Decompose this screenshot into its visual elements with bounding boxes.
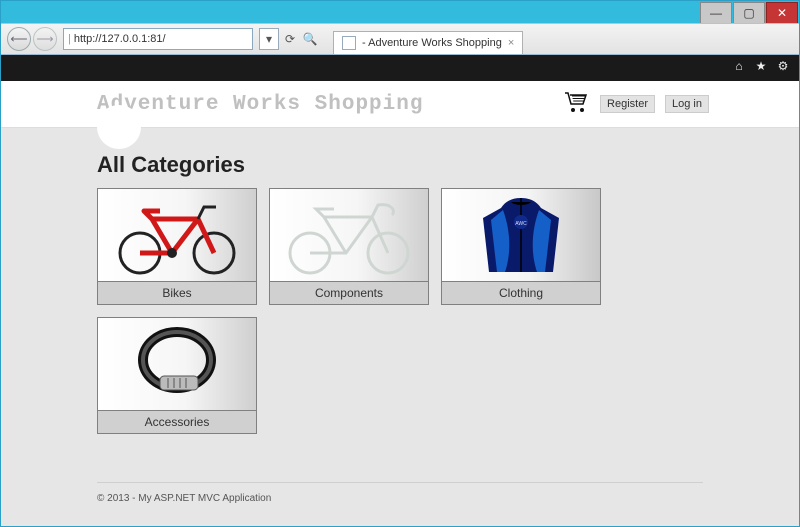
category-card-components[interactable]: Components <box>269 188 429 305</box>
tab-title: - Adventure Works Shopping <box>362 37 502 49</box>
category-card-accessories[interactable]: Accessories <box>97 317 257 434</box>
register-link[interactable]: Register <box>600 95 655 113</box>
command-bar: ⌂ ★ ⚙ <box>1 55 799 77</box>
browser-toolbar: ⟵ ⟶ | http://127.0.0.1:81/ ▾ ⟳ 🔍 - Adven… <box>1 23 799 55</box>
window-close-button[interactable]: ✕ <box>766 2 798 24</box>
caret-icon: | <box>68 33 71 45</box>
window-titlebar: — ▢ ✕ <box>1 1 799 23</box>
page-icon <box>342 36 356 50</box>
ssl-dropdown-icon[interactable]: ▾ <box>259 28 279 50</box>
category-thumb <box>98 318 256 410</box>
forward-button[interactable]: ⟶ <box>33 27 57 51</box>
category-card-clothing[interactable]: AWC Clothing <box>441 188 601 305</box>
category-label: Components <box>270 281 428 304</box>
cart-icon[interactable] <box>564 91 590 117</box>
page-heading: All Categories <box>97 152 703 178</box>
tab-close-icon[interactable]: × <box>508 37 514 49</box>
login-link[interactable]: Log in <box>665 95 709 113</box>
category-thumb <box>98 189 256 281</box>
site-header: Adventure Works Shopping Register Log in <box>1 81 799 128</box>
window-minimize-button[interactable]: — <box>700 2 732 24</box>
category-card-bikes[interactable]: Bikes <box>97 188 257 305</box>
header-notch <box>97 105 141 149</box>
home-icon[interactable]: ⌂ <box>731 58 747 74</box>
browser-window: — ▢ ✕ ⟵ ⟶ | http://127.0.0.1:81/ ▾ ⟳ 🔍 -… <box>0 0 800 527</box>
category-thumb: AWC <box>442 189 600 281</box>
category-label: Clothing <box>442 281 600 304</box>
page-content: Adventure Works Shopping Register Log in… <box>1 77 799 526</box>
address-url: http://127.0.0.1:81/ <box>74 33 166 45</box>
svg-text:AWC: AWC <box>515 221 527 227</box>
favorites-icon[interactable]: ★ <box>753 58 769 74</box>
category-label: Accessories <box>98 410 256 433</box>
address-bar[interactable]: | http://127.0.0.1:81/ <box>63 28 253 50</box>
search-icon[interactable]: 🔍 <box>301 29 319 49</box>
category-label: Bikes <box>98 281 256 304</box>
tab-strip: - Adventure Works Shopping × <box>333 24 523 54</box>
window-maximize-button[interactable]: ▢ <box>733 2 765 24</box>
refresh-icon[interactable]: ⟳ <box>281 29 299 49</box>
category-grid: Bikes Components <box>97 188 703 434</box>
footer-text: © 2013 - My ASP.NET MVC Application <box>97 493 271 504</box>
category-thumb <box>270 189 428 281</box>
page-footer: © 2013 - My ASP.NET MVC Application <box>97 482 703 526</box>
back-button[interactable]: ⟵ <box>7 27 31 51</box>
tools-icon[interactable]: ⚙ <box>775 58 791 74</box>
browser-tab[interactable]: - Adventure Works Shopping × <box>333 31 523 54</box>
site-title[interactable]: Adventure Works Shopping <box>97 93 423 116</box>
